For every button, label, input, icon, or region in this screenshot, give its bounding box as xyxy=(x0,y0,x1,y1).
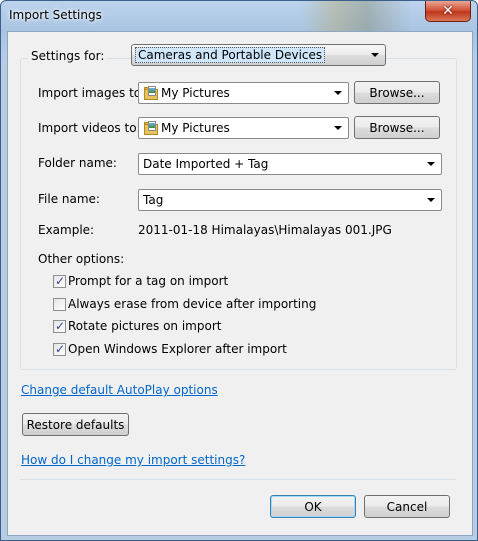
prompt-tag-checkbox[interactable]: ✓ xyxy=(53,274,66,288)
close-button[interactable]: ✕ xyxy=(425,1,471,22)
folder-pictures-icon xyxy=(144,86,158,100)
chevron-down-icon xyxy=(427,198,435,202)
rotate-pictures-checkbox[interactable]: ✓ xyxy=(53,319,66,333)
title-bar-glass xyxy=(301,1,411,31)
import-videos-dropdown[interactable]: My Pictures xyxy=(138,117,349,139)
file-name-dropdown[interactable]: Tag xyxy=(138,189,442,211)
settings-for-dropdown[interactable]: Cameras and Portable Devices xyxy=(131,44,386,66)
chevron-down-icon xyxy=(427,162,435,166)
chevron-down-icon xyxy=(334,126,342,130)
import-videos-value: My Pictures xyxy=(161,121,230,135)
cancel-button[interactable]: Cancel xyxy=(364,495,450,518)
folder-name-value: Date Imported + Tag xyxy=(143,157,269,171)
open-explorer-label[interactable]: Open Windows Explorer after import xyxy=(68,342,287,356)
dialog-body: Settings for: Cameras and Portable Devic… xyxy=(7,31,473,536)
import-images-label: Import images to: xyxy=(38,86,146,100)
example-label: Example: xyxy=(38,223,95,237)
folder-name-dropdown[interactable]: Date Imported + Tag xyxy=(138,153,442,175)
folder-pictures-icon xyxy=(144,121,158,135)
settings-for-label: Settings for: xyxy=(28,49,108,63)
open-explorer-checkbox[interactable]: ✓ xyxy=(53,342,66,356)
restore-defaults-button[interactable]: Restore defaults xyxy=(22,413,129,436)
example-value: 2011-01-18 Himalayas\Himalayas 001.JPG xyxy=(138,223,392,237)
window-title: Import Settings xyxy=(9,8,102,22)
checkmark-icon: ✓ xyxy=(55,342,66,356)
close-icon: ✕ xyxy=(442,3,454,19)
import-videos-label: Import videos to: xyxy=(38,121,141,135)
restore-defaults-label: Restore defaults xyxy=(26,417,125,432)
import-images-value: My Pictures xyxy=(161,86,230,100)
browse-label: Browse... xyxy=(369,85,425,100)
file-name-label: File name: xyxy=(38,192,100,206)
title-bar[interactable]: Import Settings ✕ xyxy=(1,1,477,31)
ok-label: OK xyxy=(304,499,322,514)
import-settings-window: Import Settings ✕ Settings for: Cameras … xyxy=(0,0,478,541)
settings-for-label-text: Settings for: xyxy=(31,49,105,63)
folder-name-label: Folder name: xyxy=(38,156,117,170)
cancel-label: Cancel xyxy=(386,499,428,514)
settings-for-value: Cameras and Portable Devices xyxy=(135,47,326,63)
chevron-down-icon xyxy=(371,53,379,57)
rotate-pictures-label[interactable]: Rotate pictures on import xyxy=(68,319,221,333)
change-autoplay-link[interactable]: Change default AutoPlay options xyxy=(21,383,218,397)
erase-device-checkbox[interactable] xyxy=(53,298,66,311)
checkmark-icon: ✓ xyxy=(55,319,66,333)
checkmark-icon: ✓ xyxy=(55,274,66,288)
browse-label: Browse... xyxy=(369,120,425,135)
erase-device-label[interactable]: Always erase from device after importing xyxy=(68,297,316,311)
prompt-tag-label[interactable]: Prompt for a tag on import xyxy=(68,274,228,288)
chevron-down-icon xyxy=(334,91,342,95)
import-images-browse-button[interactable]: Browse... xyxy=(354,81,440,104)
import-images-dropdown[interactable]: My Pictures xyxy=(138,82,349,104)
file-name-value: Tag xyxy=(143,193,164,207)
help-link[interactable]: How do I change my import settings? xyxy=(21,453,245,467)
footer-divider xyxy=(20,479,456,480)
ok-button[interactable]: OK xyxy=(270,495,356,518)
other-options-label: Other options: xyxy=(38,252,125,266)
import-videos-browse-button[interactable]: Browse... xyxy=(354,116,440,139)
